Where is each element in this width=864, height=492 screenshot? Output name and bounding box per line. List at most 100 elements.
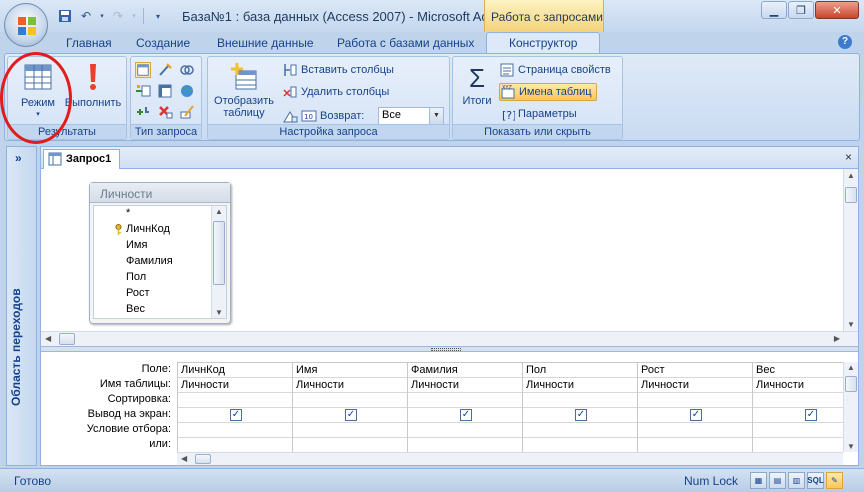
show-checkbox[interactable]: ✓ <box>230 409 242 421</box>
scroll-down-icon[interactable]: ▼ <box>215 308 223 317</box>
grid-cell-or[interactable] <box>638 438 752 452</box>
grid-cell-criteria[interactable] <box>753 423 843 438</box>
grid-cell-table[interactable]: Личности <box>178 378 292 393</box>
field-item[interactable]: Имя <box>126 239 147 251</box>
close-document-button[interactable]: × <box>845 150 852 164</box>
grid-cell-sort[interactable] <box>753 393 843 408</box>
scroll-thumb[interactable] <box>845 376 857 392</box>
grid-cell-or[interactable] <box>408 438 522 452</box>
redo-icon[interactable]: ↷ <box>109 7 127 25</box>
nav-pane-toggle[interactable]: » <box>15 151 22 165</box>
scroll-thumb[interactable] <box>845 187 857 203</box>
field-item[interactable]: Фамилия <box>126 255 173 267</box>
grid-cell-sort[interactable] <box>178 393 292 408</box>
select-query-button[interactable] <box>135 61 151 79</box>
restore-button[interactable]: ❐ <box>788 1 814 19</box>
table-pane-hscrollbar[interactable]: ◀ ▶ <box>41 331 858 346</box>
show-checkbox[interactable]: ✓ <box>345 409 357 421</box>
grid-cell-table[interactable]: Личности <box>408 378 522 393</box>
table-field-list-title[interactable]: Личности <box>90 183 230 203</box>
pivot-table-view-button[interactable]: ▤ <box>769 472 786 489</box>
field-item[interactable]: Пол <box>126 271 146 283</box>
pass-through-query-button[interactable] <box>179 82 195 100</box>
delete-columns-button[interactable]: Удалить столбцы <box>282 83 389 101</box>
scroll-up-icon[interactable]: ▲ <box>215 207 223 216</box>
grid-cell-sort[interactable] <box>293 393 407 408</box>
scroll-right-icon[interactable]: ▶ <box>834 334 840 343</box>
scroll-thumb[interactable] <box>59 333 75 345</box>
field-item[interactable]: * <box>126 207 130 219</box>
redo-dropdown-icon[interactable]: ▾ <box>130 7 138 25</box>
datasheet-view-button[interactable]: ▦ <box>750 472 767 489</box>
grid-cell-field[interactable]: Рост <box>638 363 752 378</box>
minimize-button[interactable]: ▁ <box>761 1 787 19</box>
append-query-button[interactable] <box>135 82 151 100</box>
grid-cell-criteria[interactable] <box>523 423 637 438</box>
table-pane-vscrollbar[interactable]: ▲ ▼ <box>843 169 858 331</box>
tab-external-data[interactable]: Внешние данные <box>217 36 314 50</box>
grid-cell-or[interactable] <box>523 438 637 452</box>
grid-cell-table[interactable]: Личности <box>638 378 752 393</box>
undo-icon[interactable]: ↶ <box>77 7 95 25</box>
office-button[interactable] <box>4 3 48 47</box>
grid-cell-or[interactable] <box>753 438 843 452</box>
grid-cell-field[interactable]: Имя <box>293 363 407 378</box>
grid-cell-criteria[interactable] <box>638 423 752 438</box>
grid-cell-field[interactable]: Вес <box>753 363 843 378</box>
run-button[interactable]: Выполнить <box>62 61 124 109</box>
scroll-down-icon[interactable]: ▼ <box>847 320 855 329</box>
save-icon[interactable] <box>56 7 74 25</box>
grid-cell-sort[interactable] <box>408 393 522 408</box>
customize-qat-icon[interactable]: ▾ <box>149 7 167 25</box>
data-definition-query-button[interactable] <box>179 103 195 121</box>
grid-cell-or[interactable] <box>178 438 292 452</box>
totals-button[interactable]: Σ Итоги <box>457 61 497 107</box>
grid-cell-table[interactable]: Личности <box>293 378 407 393</box>
show-checkbox[interactable]: ✓ <box>690 409 702 421</box>
scroll-up-icon[interactable]: ▲ <box>847 363 855 372</box>
sql-view-button[interactable]: SQL <box>807 472 824 489</box>
grid-cell-show[interactable]: ✓ <box>408 408 522 423</box>
crosstab-query-button[interactable] <box>157 82 173 100</box>
property-sheet-button[interactable]: Страница свойств <box>499 61 611 79</box>
grid-cell-criteria[interactable] <box>178 423 292 438</box>
field-item[interactable]: Вес <box>126 303 145 315</box>
grid-cell-sort[interactable] <box>523 393 637 408</box>
grid-cell-table[interactable]: Личности <box>523 378 637 393</box>
table-names-button[interactable]: XYZ Имена таблиц <box>499 83 597 101</box>
grid-cell-show[interactable]: ✓ <box>178 408 292 423</box>
grid-vscrollbar[interactable]: ▲ ▼ <box>843 362 858 452</box>
grid-cell-field[interactable]: ЛичнКод <box>178 363 292 378</box>
document-tab-query1[interactable]: Запрос1 <box>43 149 121 169</box>
design-view-button[interactable]: ✎ <box>826 472 843 489</box>
nav-pane-label[interactable]: Область переходов <box>9 257 33 437</box>
grid-cell-criteria[interactable] <box>293 423 407 438</box>
union-query-button[interactable] <box>179 61 195 79</box>
field-list-scrollbar[interactable]: ▲ ▼ <box>211 206 226 318</box>
update-query-button[interactable] <box>135 103 151 121</box>
table-field-list[interactable]: Личности * ЛичнКод Имя Фамилия Пол Рост … <box>89 182 231 324</box>
undo-dropdown-icon[interactable]: ▾ <box>98 7 106 25</box>
grid-cell-show[interactable]: ✓ <box>638 408 752 423</box>
parameters-button[interactable]: [?] Параметры <box>499 105 577 123</box>
field-item[interactable]: ЛичнКод <box>126 223 170 235</box>
grid-cell-show[interactable]: ✓ <box>523 408 637 423</box>
scroll-left-icon[interactable]: ◀ <box>181 454 187 463</box>
show-checkbox[interactable]: ✓ <box>460 409 472 421</box>
make-table-query-button[interactable] <box>157 61 173 79</box>
field-item[interactable]: Рост <box>126 287 150 299</box>
tab-database-tools[interactable]: Работа с базами данных <box>337 36 474 50</box>
delete-query-button[interactable] <box>157 103 173 121</box>
return-combo-dropdown-icon[interactable]: ▼ <box>429 108 443 124</box>
scroll-left-icon[interactable]: ◀ <box>45 334 51 343</box>
scroll-thumb[interactable] <box>213 221 225 285</box>
splitter-grip[interactable] <box>431 348 461 351</box>
mode-button[interactable]: Режим ▾ <box>12 61 64 121</box>
grid-cell-show[interactable]: ✓ <box>753 408 843 423</box>
scroll-thumb[interactable] <box>195 454 211 464</box>
help-icon[interactable]: ? <box>838 35 852 49</box>
grid-cell-show[interactable]: ✓ <box>293 408 407 423</box>
tab-create[interactable]: Создание <box>136 36 190 50</box>
pivot-chart-view-button[interactable]: ▥ <box>788 472 805 489</box>
grid-cell-criteria[interactable] <box>408 423 522 438</box>
